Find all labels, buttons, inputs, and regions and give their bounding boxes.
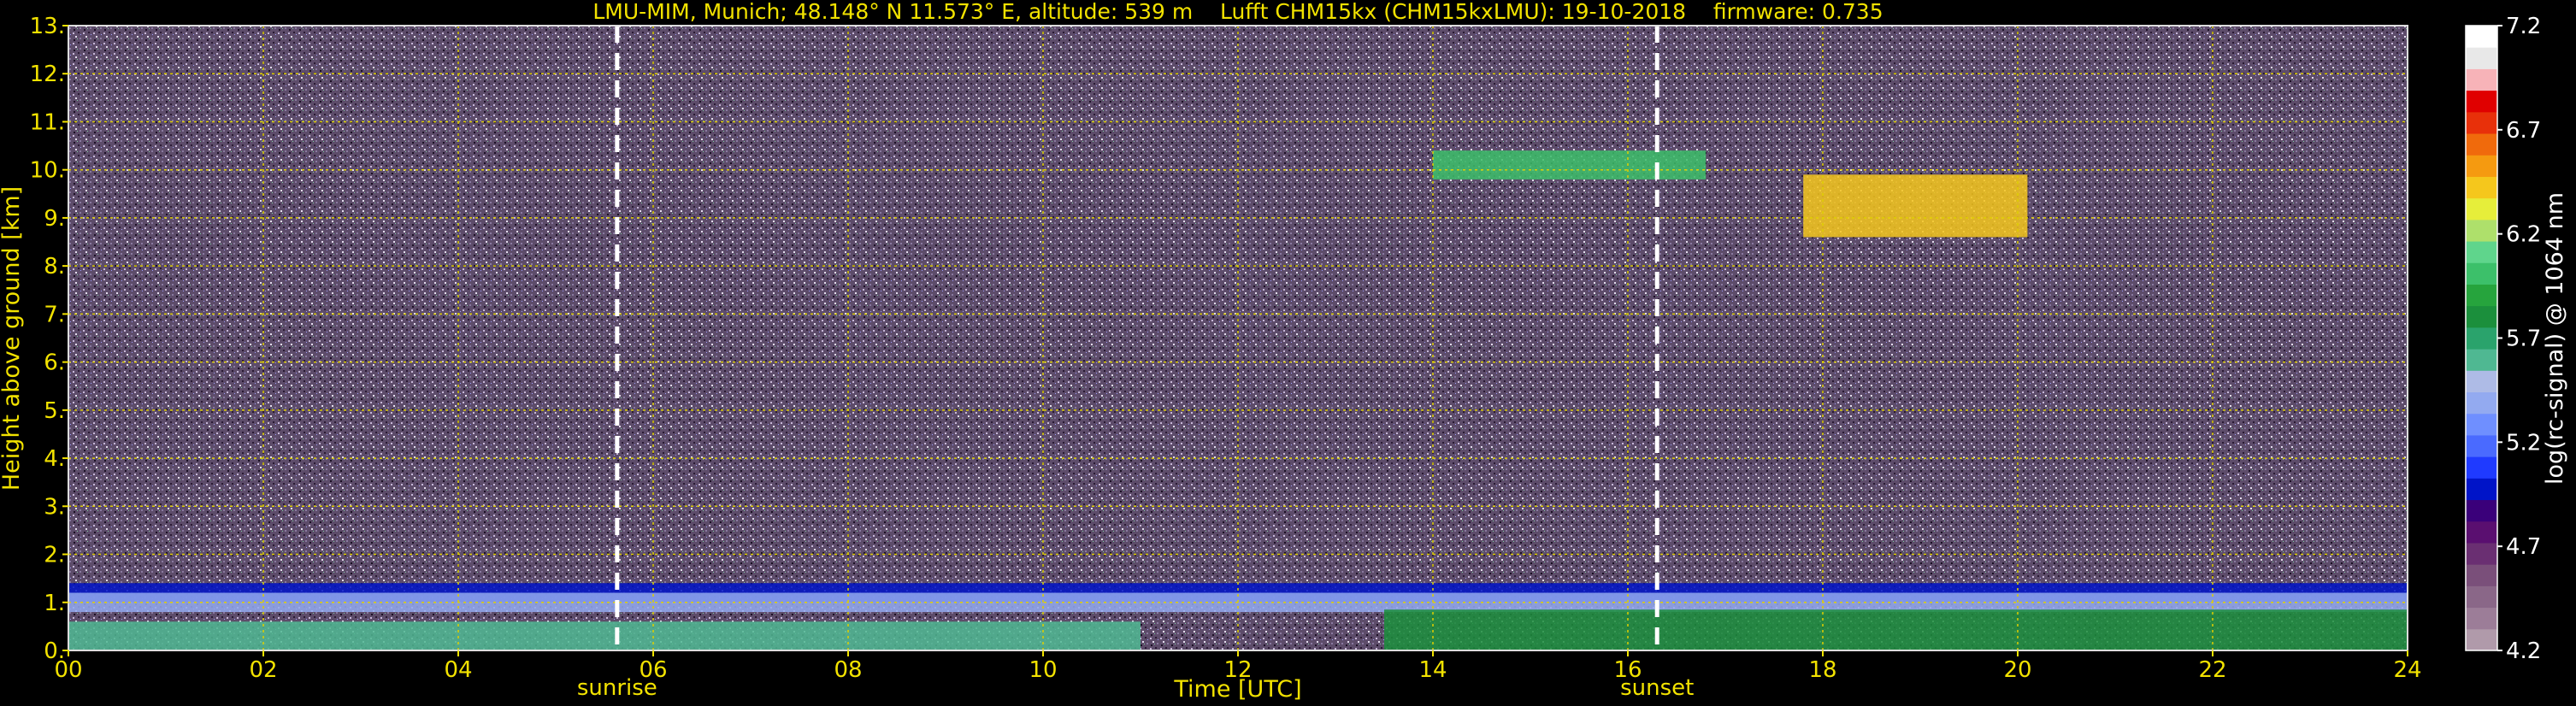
colorbar-segment bbox=[2466, 241, 2497, 263]
colorbar-label: log(rc-signal) @ 1064 nm bbox=[2542, 192, 2568, 485]
annotation-sunset: sunset bbox=[1620, 675, 1694, 701]
colorbar-segment bbox=[2466, 26, 2497, 48]
colorbar-tick-label: 4.2 bbox=[2506, 638, 2541, 664]
colorbar-segment bbox=[2466, 68, 2497, 91]
colorbar-segment bbox=[2466, 133, 2497, 156]
colorbar-tick-label: 7.2 bbox=[2506, 14, 2541, 39]
colorbar-segment bbox=[2466, 456, 2497, 479]
colorbar-tick-label: 4.7 bbox=[2506, 534, 2541, 560]
colorbar-segment bbox=[2466, 521, 2497, 544]
colorbar-segment bbox=[2466, 47, 2497, 69]
colorbar-segment bbox=[2466, 262, 2497, 285]
colorbar-segment bbox=[2466, 90, 2497, 113]
colorbar-tick-label: 5.2 bbox=[2506, 430, 2541, 456]
y-tick-label: 6. bbox=[44, 350, 65, 376]
y-tick-label: 4. bbox=[44, 446, 65, 472]
y-tick-label: 9. bbox=[44, 206, 65, 232]
colorbar-segment bbox=[2466, 370, 2497, 393]
layer-boundary-layer-day bbox=[1384, 609, 2408, 650]
colorbar-segment bbox=[2466, 585, 2497, 609]
y-tick-label: 5. bbox=[44, 398, 65, 424]
colorbar-segment bbox=[2466, 349, 2497, 371]
colorbar-segment bbox=[2466, 176, 2497, 199]
y-tick-label: 11. bbox=[30, 109, 65, 135]
colorbar-tick-label: 6.2 bbox=[2506, 222, 2541, 248]
colorbar-tick-label: 6.7 bbox=[2506, 118, 2541, 144]
colorbar-segment bbox=[2466, 327, 2497, 350]
y-tick-label: 13. bbox=[30, 14, 65, 39]
colorbar-segment bbox=[2466, 607, 2497, 630]
x-tick-label: 04 bbox=[444, 657, 472, 683]
colorbar-segment bbox=[2466, 564, 2497, 586]
y-axis-label: Height above ground [km] bbox=[0, 186, 25, 491]
x-tick-label: 24 bbox=[2393, 657, 2421, 683]
y-tick-label: 12. bbox=[30, 62, 65, 87]
colorbar-segment bbox=[2466, 628, 2497, 651]
colorbar-segment bbox=[2466, 542, 2497, 565]
colorbar: 7.2 6.7 6.2 5.7 5.2 4.7 4.2 bbox=[2465, 14, 2541, 664]
colorbar-segment bbox=[2466, 478, 2497, 501]
annotations: sunrise sunset bbox=[577, 675, 1694, 701]
layer-cirrus-2 bbox=[1803, 174, 2028, 238]
x-tick-label: 14 bbox=[1418, 657, 1447, 683]
y-tick-label: 8. bbox=[44, 254, 65, 279]
chart-title: LMU-MIM, Munich; 48.148° N 11.573° E, al… bbox=[592, 0, 1883, 24]
y-tick-label: 1. bbox=[44, 591, 65, 616]
y-tick-label: 10. bbox=[30, 158, 65, 184]
y-tick-label: 7. bbox=[44, 302, 65, 327]
x-tick-label: 10 bbox=[1029, 657, 1057, 683]
y-tick-label: 2. bbox=[44, 543, 65, 568]
colorbar-segment bbox=[2466, 111, 2497, 134]
colorbar-segment bbox=[2466, 391, 2497, 415]
x-axis-label: Time [UTC] bbox=[1173, 676, 1301, 703]
colorbar-segment bbox=[2466, 413, 2497, 436]
colorbar-segment bbox=[2466, 197, 2497, 221]
colorbar-segment bbox=[2466, 499, 2497, 522]
annotation-sunrise: sunrise bbox=[577, 675, 657, 701]
y-tick-label: 3. bbox=[44, 494, 65, 520]
colorbar-segment bbox=[2466, 219, 2497, 242]
x-tick-label: 22 bbox=[2198, 657, 2226, 683]
layer-cirrus-1 bbox=[1433, 150, 1707, 179]
x-tick-label: 02 bbox=[249, 657, 277, 683]
x-tick-label: 18 bbox=[1808, 657, 1836, 683]
x-tick-label: 20 bbox=[2003, 657, 2031, 683]
y-tick-label: 0. bbox=[44, 638, 65, 664]
colorbar-segment bbox=[2466, 155, 2497, 177]
colorbar-segment bbox=[2466, 284, 2497, 307]
layer-boundary-layer-morning bbox=[68, 621, 1141, 650]
colorbar-tick-label: 5.7 bbox=[2506, 327, 2541, 352]
ceilometer-chart: 00 02 04 06 08 10 12 14 16 18 20 22 24 0.1.2.3.4.5.6… bbox=[0, 0, 2568, 703]
y-axis-ticks: 0. 1. 2. 3. 4. 5. 6. 7. 8. 9. 10. 11. 12. 13. bbox=[30, 14, 68, 664]
colorbar-segment bbox=[2466, 305, 2497, 328]
colorbar-segment bbox=[2466, 434, 2497, 457]
x-tick-label: 08 bbox=[834, 657, 862, 683]
